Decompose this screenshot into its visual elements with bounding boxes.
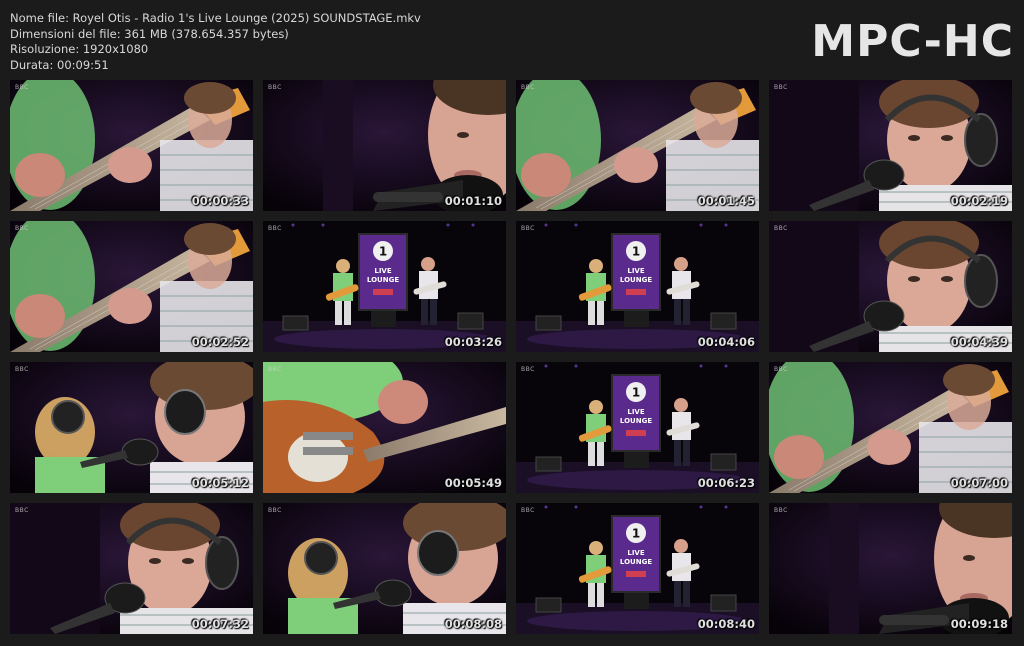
video-thumbnail: BBC 00:07:32 <box>10 503 253 634</box>
thumbnail-frame-image: 1 LIVE LOUNGE <box>516 362 759 493</box>
svg-text:1: 1 <box>379 245 387 259</box>
thumbnail-frame-image <box>516 80 759 211</box>
svg-text:LOUNGE: LOUNGE <box>367 276 399 284</box>
video-thumbnail: 1 LIVE LOUNGE BBC 00:03:26 <box>263 221 506 352</box>
thumbnail-timestamp: 00:05:12 <box>191 476 249 490</box>
thumbnail-frame-image <box>263 362 506 493</box>
bbc-watermark: BBC <box>268 507 282 514</box>
svg-text:1: 1 <box>632 386 640 400</box>
video-thumbnail: BBC 00:05:12 <box>10 362 253 493</box>
thumbnail-timestamp: 00:04:06 <box>697 335 755 349</box>
thumbnail-frame-image: 1 LIVE LOUNGE <box>263 221 506 352</box>
thumbnail-timestamp: 00:07:00 <box>950 476 1008 490</box>
svg-text:LIVE: LIVE <box>627 267 644 275</box>
svg-text:1: 1 <box>632 245 640 259</box>
thumbnail-frame-image <box>769 80 1012 211</box>
video-thumbnail: 1 LIVE LOUNGE BBC 00:04:06 <box>516 221 759 352</box>
bbc-watermark: BBC <box>15 507 29 514</box>
thumbnail-frame-image <box>10 80 253 211</box>
thumbnail-timestamp: 00:02:19 <box>950 194 1008 208</box>
thumbnail-timestamp: 00:02:52 <box>191 335 249 349</box>
bbc-watermark: BBC <box>521 84 535 91</box>
bbc-watermark: BBC <box>268 84 282 91</box>
svg-text:LOUNGE: LOUNGE <box>620 276 652 284</box>
thumbnail-timestamp: 00:06:23 <box>697 476 755 490</box>
video-thumbnail: BBC 00:05:49 <box>263 362 506 493</box>
bbc-watermark: BBC <box>521 507 535 514</box>
video-thumbnail: BBC 00:01:10 <box>263 80 506 211</box>
bbc-watermark: BBC <box>521 366 535 373</box>
thumbnail-timestamp: 00:04:39 <box>950 335 1008 349</box>
video-thumbnail: BBC 00:01:45 <box>516 80 759 211</box>
bbc-watermark: BBC <box>774 225 788 232</box>
thumbnail-grid: BBC 00:00:33 BBC 00:01:10 BBC 00:01:45 B… <box>0 0 1024 646</box>
svg-text:LOUNGE: LOUNGE <box>620 417 652 425</box>
thumbnail-frame-image <box>769 221 1012 352</box>
bbc-watermark: BBC <box>268 366 282 373</box>
thumbnail-timestamp: 00:05:49 <box>444 476 502 490</box>
video-thumbnail: BBC 00:00:33 <box>10 80 253 211</box>
bbc-watermark: BBC <box>774 84 788 91</box>
svg-text:LIVE: LIVE <box>627 408 644 416</box>
thumbnail-timestamp: 00:03:26 <box>444 335 502 349</box>
thumbnail-frame-image <box>263 503 506 634</box>
video-thumbnail: BBC 00:08:08 <box>263 503 506 634</box>
svg-text:LIVE: LIVE <box>627 549 644 557</box>
thumbnail-timestamp: 00:00:33 <box>191 194 249 208</box>
video-thumbnail: BBC 00:04:39 <box>769 221 1012 352</box>
thumbnail-frame-image <box>263 80 506 211</box>
thumbnail-frame-image: 1 LIVE LOUNGE <box>516 503 759 634</box>
thumbnail-timestamp: 00:01:10 <box>444 194 502 208</box>
video-thumbnail: BBC 00:02:52 <box>10 221 253 352</box>
video-thumbnail: 1 LIVE LOUNGE BBC 00:08:40 <box>516 503 759 634</box>
bbc-watermark: BBC <box>15 84 29 91</box>
thumbnail-frame-image <box>10 362 253 493</box>
video-thumbnail: BBC 00:02:19 <box>769 80 1012 211</box>
svg-text:LOUNGE: LOUNGE <box>620 558 652 566</box>
video-thumbnail: 1 LIVE LOUNGE BBC 00:06:23 <box>516 362 759 493</box>
thumbnail-frame-image <box>10 503 253 634</box>
thumbnail-timestamp: 00:07:32 <box>191 617 249 631</box>
thumbnail-timestamp: 00:08:40 <box>697 617 755 631</box>
bbc-watermark: BBC <box>15 225 29 232</box>
thumbnail-timestamp: 00:01:45 <box>697 194 755 208</box>
video-thumbnail: BBC 00:07:00 <box>769 362 1012 493</box>
bbc-watermark: BBC <box>774 366 788 373</box>
bbc-watermark: BBC <box>521 225 535 232</box>
thumbnail-frame-image <box>10 221 253 352</box>
bbc-watermark: BBC <box>15 366 29 373</box>
thumbnail-frame-image <box>769 503 1012 634</box>
thumbnail-timestamp: 00:09:18 <box>950 617 1008 631</box>
svg-text:LIVE: LIVE <box>374 267 391 275</box>
video-thumbnail: BBC 00:09:18 <box>769 503 1012 634</box>
bbc-watermark: BBC <box>268 225 282 232</box>
thumbnail-frame-image: 1 LIVE LOUNGE <box>516 221 759 352</box>
thumbnail-timestamp: 00:08:08 <box>444 617 502 631</box>
svg-text:1: 1 <box>632 527 640 541</box>
thumbnail-frame-image <box>769 362 1012 493</box>
bbc-watermark: BBC <box>774 507 788 514</box>
